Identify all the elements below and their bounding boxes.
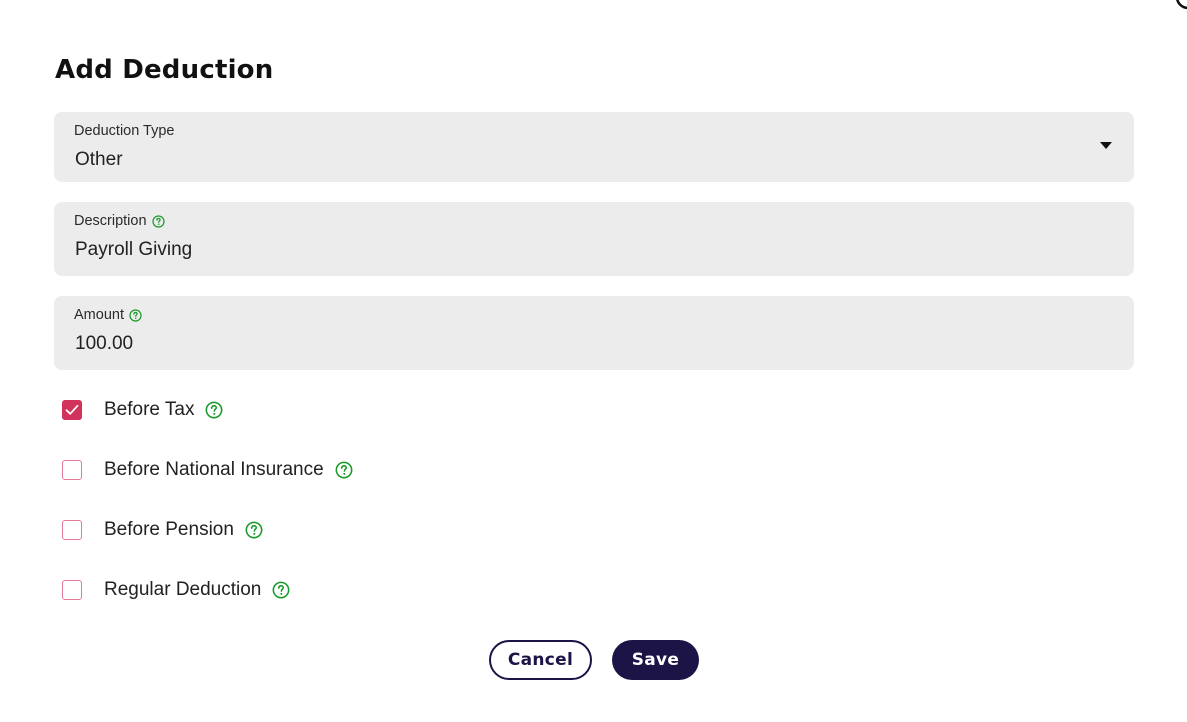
amount-value: 100.00: [75, 333, 134, 354]
dialog-title: Add Deduction: [55, 55, 274, 85]
deduction-type-value: Other: [75, 149, 123, 170]
description-label: Description: [74, 213, 147, 229]
description-value: Payroll Giving: [75, 239, 193, 260]
regular-deduction-checkbox[interactable]: [62, 580, 82, 600]
cancel-button[interactable]: Cancel: [489, 640, 592, 680]
before-pension-checkbox[interactable]: [62, 520, 82, 540]
deduction-type-select[interactable]: Deduction Type Other: [54, 112, 1134, 182]
add-deduction-dialog: Add Deduction Deduction Type Other Descr…: [0, 0, 1187, 722]
amount-field[interactable]: Amount 100.00: [54, 296, 1134, 370]
before-national-insurance-label: Before National Insurance: [104, 459, 324, 480]
save-button[interactable]: Save: [612, 640, 699, 680]
before-pension-label: Before Pension: [104, 519, 234, 540]
before-tax-label: Before Tax: [104, 399, 195, 420]
before-pension-option[interactable]: Before Pension: [62, 518, 263, 542]
before-national-insurance-option[interactable]: Before National Insurance: [62, 458, 353, 482]
before-tax-option[interactable]: Before Tax: [62, 398, 223, 422]
help-circle-icon[interactable]: [245, 521, 263, 539]
caret-down-icon[interactable]: [1100, 142, 1112, 149]
regular-deduction-option[interactable]: Regular Deduction: [62, 578, 290, 602]
regular-deduction-label: Regular Deduction: [104, 579, 262, 600]
amount-label: Amount: [74, 307, 124, 323]
description-field[interactable]: Description Payroll Giving: [54, 202, 1134, 276]
close-icon[interactable]: [1175, 0, 1187, 10]
help-circle-icon[interactable]: [129, 308, 142, 322]
description-label-row: Description: [74, 213, 165, 229]
help-circle-icon[interactable]: [272, 581, 290, 599]
deduction-type-label: Deduction Type: [74, 123, 175, 139]
before-national-insurance-checkbox[interactable]: [62, 460, 82, 480]
help-circle-icon[interactable]: [151, 214, 165, 228]
help-circle-icon[interactable]: [205, 401, 223, 419]
help-circle-icon[interactable]: [335, 461, 353, 479]
checkmark-icon: [65, 404, 79, 415]
amount-label-row: Amount: [74, 307, 142, 323]
before-tax-checkbox[interactable]: [62, 400, 82, 420]
